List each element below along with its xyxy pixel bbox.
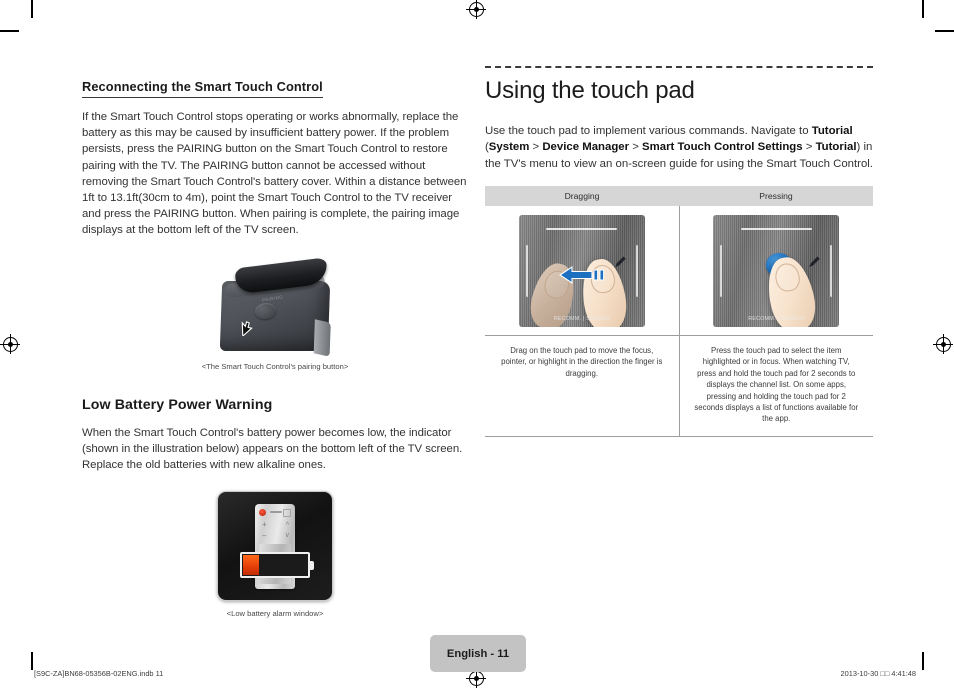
power-button-icon <box>259 509 266 517</box>
section-body-low-battery: When the Smart Touch Control's battery p… <box>82 426 463 472</box>
volume-up-icon: + <box>262 520 267 530</box>
right-column: Using the touch pad Use the touch pad to… <box>485 66 873 437</box>
touchpad-right-guide-line <box>635 245 638 297</box>
battery-terminal <box>309 561 314 571</box>
cell-pressing-caption: Press the touch pad to select the item h… <box>679 335 873 437</box>
caption-dragging: Drag on the touch pad to move the focus,… <box>501 345 663 378</box>
intro-part-1: Use the touch pad to implement various c… <box>485 125 812 137</box>
figure-low-battery: + – ^ v <Low battery alarm window> <box>82 491 468 618</box>
nav-path-tutorial-2: Tutorial <box>815 141 857 154</box>
figure-pairing-button: PAIRING <The Smart Touch Control's pairi… <box>82 256 468 371</box>
thumbnail-shape <box>773 261 803 294</box>
nav-sep-2: > <box>629 141 643 154</box>
touchpad-bottom-label: RECOMM. | SEARCH <box>553 315 610 322</box>
pencil-icon <box>809 256 820 267</box>
title-dashed-rule <box>485 66 873 68</box>
figure-caption-pairing: <The Smart Touch Control's pairing butto… <box>201 361 349 371</box>
chevron-down-icon: v <box>285 532 290 540</box>
square-button-icon <box>283 509 291 518</box>
touchpad-dragging-illustration: RECOMM. | SEARCH <box>518 214 645 327</box>
touchpad-left-guide-line <box>720 245 723 297</box>
low-battery-alarm-window: + – ^ v <box>217 491 333 602</box>
nav-sep-3: > <box>802 141 816 154</box>
nav-path-device-manager: Device Manager <box>542 141 630 154</box>
touchpad-pressing-illustration: RECOMM. | SEARCH <box>713 214 840 327</box>
figure-caption-low-battery: <Low battery alarm window> <box>226 609 324 619</box>
remote-control-illustration: PAIRING <box>215 256 335 354</box>
touch-pad-gestures-table: Dragging Pressing RECOMM. | SEARCH RECOM… <box>485 185 873 437</box>
cell-pressing-image: RECOMM. | SEARCH <box>679 205 873 336</box>
touchpad-right-guide-line <box>830 245 833 297</box>
intro-paragraph: Use the touch pad to implement various c… <box>485 123 873 172</box>
drag-left-arrow-icon <box>558 265 604 284</box>
table-header-row: Dragging Pressing <box>485 185 873 206</box>
column-header-dragging: Dragging <box>485 185 679 206</box>
caption-pressing: Press the touch pad to select the item h… <box>694 345 859 424</box>
chevron-up-icon: ^ <box>285 522 289 530</box>
footer-file-name: [S9C-ZA]BN68-05356B-02ENG.indb 11 <box>34 669 164 678</box>
left-column: Reconnecting the Smart Touch Control If … <box>82 78 468 618</box>
page-number-badge: English - 11 <box>430 635 526 672</box>
table-image-row: RECOMM. | SEARCH RECOMM. | SEARCH <box>485 205 873 336</box>
table-caption-row: Drag on the touch pad to move the focus,… <box>485 335 873 437</box>
touchpad-top-guide-line <box>740 227 812 230</box>
volume-down-icon: – <box>262 531 267 541</box>
nav-path-system: System <box>488 141 530 154</box>
footer-timestamp: 2013-10-30 □□ 4:41:48 <box>840 669 917 678</box>
column-header-pressing: Pressing <box>679 185 873 206</box>
nav-path-tutorial-1: Tutorial <box>811 125 853 137</box>
touchpad-left-guide-line <box>525 245 528 297</box>
section-heading-reconnecting: Reconnecting the Smart Touch Control <box>82 79 323 98</box>
cell-dragging-image: RECOMM. | SEARCH <box>485 205 680 336</box>
cell-dragging-caption: Drag on the touch pad to move the focus,… <box>485 335 680 437</box>
section-heading-low-battery: Low Battery Power Warning <box>82 396 273 413</box>
cursor-arrow-icon <box>241 320 253 336</box>
battery-low-icon <box>240 552 314 579</box>
manual-page: Reconnecting the Smart Touch Control If … <box>0 0 954 690</box>
nav-sep-1: > <box>529 141 543 154</box>
nav-path-stc-settings: Smart Touch Control Settings <box>642 141 803 154</box>
battery-fill-level <box>243 555 259 576</box>
touchpad-bottom-label: RECOMM. | SEARCH <box>748 315 805 322</box>
section-body-reconnecting: If the Smart Touch Control stops operati… <box>82 111 467 237</box>
speaker-strip <box>270 511 282 514</box>
page-title: Using the touch pad <box>485 77 695 104</box>
touchpad-top-guide-line <box>546 227 618 230</box>
